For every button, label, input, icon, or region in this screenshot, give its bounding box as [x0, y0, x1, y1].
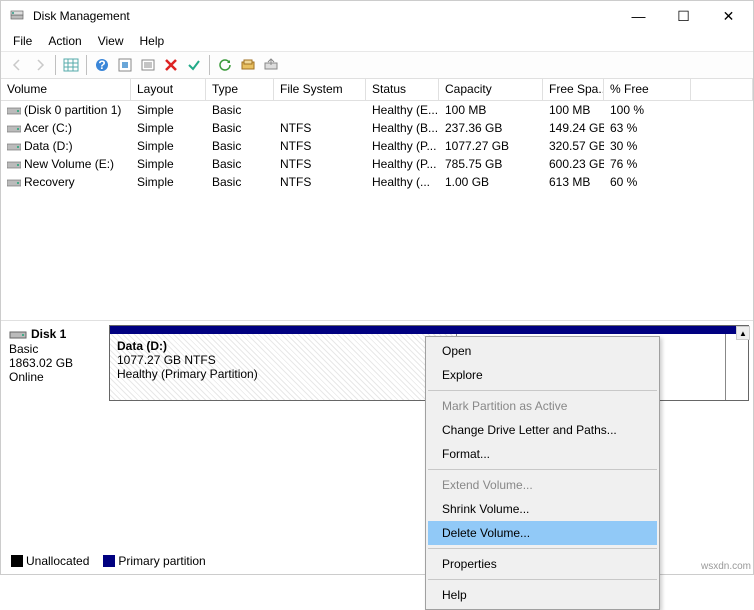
col-volume[interactable]: Volume [1, 79, 131, 100]
menu-help[interactable]: Help [428, 583, 657, 607]
toolbar-separator [55, 55, 56, 75]
partition-size: 1077.27 GB NTFS [117, 353, 449, 367]
menubar: File Action View Help [1, 31, 753, 51]
table-row[interactable]: (Disk 0 partition 1)SimpleBasicHealthy (… [1, 101, 753, 119]
menu-extend: Extend Volume... [428, 473, 657, 497]
menu-shrink[interactable]: Shrink Volume... [428, 497, 657, 521]
drive-icon [7, 178, 21, 188]
disk-icon [9, 328, 27, 342]
legend-primary: Primary partition [118, 554, 205, 568]
refresh-icon[interactable] [215, 55, 235, 75]
toolbar-list-icon[interactable] [138, 55, 158, 75]
menu-separator [428, 469, 657, 470]
partition-health: Healthy (Primary Partition) [117, 367, 449, 381]
col-pctfree[interactable]: % Free [604, 79, 691, 100]
watermark: wsxdn.com [701, 561, 751, 572]
toolbar-separator [209, 55, 210, 75]
toolbar-drive-icon[interactable] [238, 55, 258, 75]
table-row[interactable]: Acer (C:)SimpleBasicNTFSHealthy (B...237… [1, 119, 753, 137]
drive-icon [7, 124, 21, 134]
menu-separator [428, 390, 657, 391]
partition-segment-3[interactable] [726, 334, 748, 400]
forward-icon [30, 55, 50, 75]
menu-explore[interactable]: Explore [428, 363, 657, 387]
menu-properties[interactable]: Properties [428, 552, 657, 576]
grid-blank [1, 191, 753, 321]
menu-delete-volume[interactable]: Delete Volume... [428, 521, 657, 545]
delete-icon[interactable] [161, 55, 181, 75]
col-status[interactable]: Status [366, 79, 439, 100]
grid-header: Volume Layout Type File System Status Ca… [1, 79, 753, 101]
menu-open[interactable]: Open [428, 339, 657, 363]
partition-header-bar [110, 326, 748, 334]
drive-icon [7, 142, 21, 152]
drive-icon [7, 160, 21, 170]
disk-header[interactable]: Disk 1 Basic 1863.02 GB Online [1, 321, 101, 411]
menu-help[interactable]: Help [132, 32, 173, 50]
disk-type: Basic [9, 342, 93, 356]
col-layout[interactable]: Layout [131, 79, 206, 100]
drive-icon [7, 106, 21, 116]
window-title: Disk Management [31, 9, 616, 23]
partition-data-d[interactable]: Data (D:) 1077.27 GB NTFS Healthy (Prima… [110, 334, 457, 400]
disk-title: Disk 1 [31, 327, 66, 341]
disk-size: 1863.02 GB [9, 356, 93, 370]
menu-format[interactable]: Format... [428, 442, 657, 466]
col-filesystem[interactable]: File System [274, 79, 366, 100]
check-icon[interactable] [184, 55, 204, 75]
col-type[interactable]: Type [206, 79, 274, 100]
toolbar-separator [86, 55, 87, 75]
menu-change-letter[interactable]: Change Drive Letter and Paths... [428, 418, 657, 442]
legend: Unallocated Primary partition [11, 554, 214, 568]
volume-list: Volume Layout Type File System Status Ca… [1, 79, 753, 321]
back-icon [7, 55, 27, 75]
svg-text:?: ? [98, 58, 105, 72]
table-row[interactable]: RecoverySimpleBasicNTFSHealthy (...1.00 … [1, 173, 753, 191]
swatch-primary [103, 555, 115, 567]
toolbar-detach-icon[interactable] [261, 55, 281, 75]
legend-unallocated: Unallocated [26, 554, 89, 568]
menu-action[interactable]: Action [40, 32, 89, 50]
menu-separator [428, 579, 657, 580]
menu-separator [428, 548, 657, 549]
maximize-button[interactable]: ☐ [661, 1, 706, 31]
context-menu: Open Explore Mark Partition as Active Ch… [425, 336, 660, 610]
col-free[interactable]: Free Spa... [543, 79, 604, 100]
scroll-up-icon[interactable]: ▲ [736, 326, 750, 340]
swatch-unallocated [11, 555, 23, 567]
partition-name: Data (D:) [117, 339, 449, 353]
app-icon [9, 8, 25, 24]
col-spacer [691, 79, 753, 100]
toolbar-grid-icon[interactable] [61, 55, 81, 75]
settings-icon[interactable] [115, 55, 135, 75]
table-row[interactable]: Data (D:)SimpleBasicNTFSHealthy (P...107… [1, 137, 753, 155]
close-button[interactable]: ✕ [706, 1, 751, 31]
menu-file[interactable]: File [5, 32, 40, 50]
titlebar: Disk Management — ☐ ✕ [1, 1, 753, 31]
menu-mark-active: Mark Partition as Active [428, 394, 657, 418]
toolbar: ? [1, 51, 753, 79]
help-icon[interactable]: ? [92, 55, 112, 75]
menu-view[interactable]: View [90, 32, 132, 50]
disk-status: Online [9, 370, 93, 384]
col-capacity[interactable]: Capacity [439, 79, 543, 100]
table-row[interactable]: New Volume (E:)SimpleBasicNTFSHealthy (P… [1, 155, 753, 173]
minimize-button[interactable]: — [616, 1, 661, 31]
